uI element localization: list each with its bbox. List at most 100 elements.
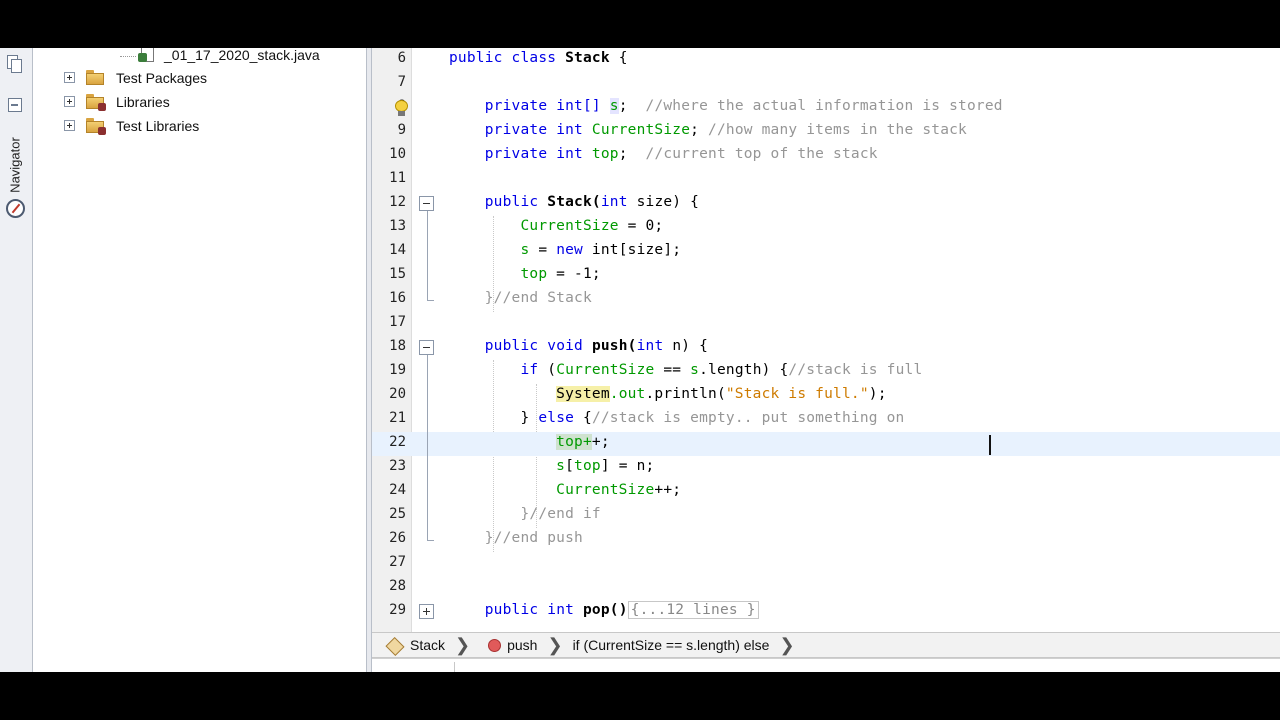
breadcrumb-class[interactable]: Stack bbox=[382, 632, 449, 658]
code-line[interactable]: 27 bbox=[372, 552, 1280, 576]
code-line[interactable]: 11 bbox=[372, 168, 1280, 192]
line-number: 26 bbox=[389, 530, 406, 546]
code-line[interactable]: 14 s = new int[size]; bbox=[372, 240, 1280, 264]
compass-icon[interactable] bbox=[6, 199, 25, 218]
code-line[interactable]: 6 public class Stack { bbox=[372, 48, 1280, 72]
selected-text: top+ bbox=[556, 434, 592, 450]
code-line[interactable]: 20 System.out.println("Stack is full."); bbox=[372, 384, 1280, 408]
method-icon bbox=[488, 638, 502, 652]
fold-guide bbox=[427, 211, 428, 300]
line-number: 23 bbox=[389, 458, 406, 474]
code-line[interactable]: 9 private int CurrentSize; //how many it… bbox=[372, 120, 1280, 144]
side-toolbar: Navigator bbox=[0, 48, 33, 672]
code-token: int[size]; bbox=[582, 242, 682, 258]
code-line[interactable]: 25 }//end if bbox=[372, 504, 1280, 528]
code-token: ] = n; bbox=[600, 458, 655, 474]
code-line[interactable]: 17 bbox=[372, 312, 1280, 336]
navigator-tab-label: Navigator bbox=[7, 137, 23, 193]
code-token: CurrentSize bbox=[556, 482, 655, 498]
line-number: 22 bbox=[389, 434, 406, 450]
breadcrumb-label: if (CurrentSize == s.length) else bbox=[572, 637, 770, 653]
code-token: top bbox=[520, 266, 548, 282]
line-number: 17 bbox=[389, 314, 406, 330]
code-token: n) { bbox=[663, 338, 709, 354]
code-comment: //how many items in the stack bbox=[699, 122, 967, 138]
code-line[interactable]: 13 CurrentSize = 0; bbox=[372, 216, 1280, 240]
code-line[interactable]: 21 } else {//stack is empty.. put someth… bbox=[372, 408, 1280, 432]
expand-icon[interactable] bbox=[419, 604, 434, 619]
tree-item-libraries[interactable]: Libraries bbox=[64, 91, 170, 113]
expand-icon[interactable] bbox=[64, 96, 75, 107]
line-number: 7 bbox=[397, 74, 406, 90]
code-token: = -1; bbox=[547, 266, 601, 282]
code-token: ; bbox=[618, 146, 628, 162]
code-token: public bbox=[449, 50, 503, 66]
code-token: CurrentSize bbox=[556, 362, 655, 378]
code-token: int[] bbox=[556, 98, 601, 114]
tree-item-stack-java[interactable]: _01_17_2020_stack.java bbox=[138, 48, 320, 66]
code-token: top bbox=[574, 458, 601, 474]
code-token: = 0; bbox=[618, 218, 664, 234]
code-token: s bbox=[690, 362, 700, 378]
code-line[interactable]: 29 public int pop() {...12 lines } bbox=[372, 600, 1280, 624]
code-token: == bbox=[654, 362, 691, 378]
fold-end-marker bbox=[427, 540, 434, 541]
breadcrumb-method[interactable]: push bbox=[484, 632, 541, 658]
code-line[interactable]: 12 public Stack(int size) { bbox=[372, 192, 1280, 216]
class-icon bbox=[386, 637, 404, 653]
code-token: CurrentSize bbox=[520, 218, 619, 234]
code-line[interactable]: 18 public void push(int n) { bbox=[372, 336, 1280, 360]
line-number: 16 bbox=[389, 290, 406, 306]
code-token: ++; bbox=[654, 482, 682, 498]
code-token: ; bbox=[690, 122, 700, 138]
tree-item-test-libraries[interactable]: Test Libraries bbox=[64, 115, 199, 137]
files-icon[interactable] bbox=[5, 54, 25, 74]
line-number: 29 bbox=[389, 602, 406, 618]
code-line[interactable]: 24 CurrentSize++; bbox=[372, 480, 1280, 504]
code-token: ( bbox=[538, 362, 557, 378]
expand-icon[interactable] bbox=[64, 72, 75, 83]
code-token: CurrentSize bbox=[591, 122, 691, 138]
collapse-icon[interactable] bbox=[419, 196, 434, 211]
code-comment: //end if bbox=[529, 506, 601, 522]
line-number: 14 bbox=[389, 242, 406, 258]
breadcrumb-if-else[interactable]: if (CurrentSize == s.length) else bbox=[569, 632, 774, 658]
line-number: 13 bbox=[389, 218, 406, 234]
expand-icon[interactable] bbox=[64, 120, 75, 131]
code-token: +; bbox=[591, 434, 610, 450]
code-line[interactable]: 28 bbox=[372, 576, 1280, 600]
code-line[interactable]: 10 private int top; //current top of the… bbox=[372, 144, 1280, 168]
navigator-tab[interactable]: Navigator bbox=[5, 132, 25, 198]
code-line-current[interactable]: 22 top++; bbox=[372, 432, 1280, 456]
lightbulb-hint-icon[interactable] bbox=[394, 100, 409, 117]
line-number: 20 bbox=[389, 386, 406, 402]
code-line[interactable]: 16 }//end Stack bbox=[372, 288, 1280, 312]
code-token: int bbox=[636, 338, 664, 354]
code-token: = bbox=[529, 242, 557, 258]
code-token: } bbox=[484, 290, 494, 306]
code-token: else bbox=[538, 410, 575, 426]
code-token: .length bbox=[699, 362, 762, 378]
project-tree: _01_17_2020_stack.java Test Packages Lib… bbox=[34, 48, 366, 672]
folder-icon bbox=[86, 70, 104, 85]
line-number: 10 bbox=[389, 146, 406, 162]
code-line[interactable]: 26 }//end push bbox=[372, 528, 1280, 552]
letterbox-bottom bbox=[0, 672, 1280, 720]
code-comment: //stack is full bbox=[788, 362, 923, 378]
code-token: } bbox=[484, 530, 494, 546]
code-line[interactable]: 23 s[top] = n; bbox=[372, 456, 1280, 480]
bottom-panel-edge bbox=[372, 658, 1280, 672]
code-editor[interactable]: 6 public class Stack { 7 8 private int[]… bbox=[372, 48, 1280, 632]
code-token: { bbox=[574, 410, 592, 426]
folded-code-block[interactable]: {...12 lines } bbox=[627, 601, 759, 619]
code-line[interactable]: 7 bbox=[372, 72, 1280, 96]
collapse-icon[interactable] bbox=[419, 340, 434, 355]
code-line[interactable]: 19 if (CurrentSize == s.length) {//stack… bbox=[372, 360, 1280, 384]
minimize-icon[interactable] bbox=[8, 98, 22, 112]
code-line[interactable]: 8 private int[] s; //where the actual in… bbox=[372, 96, 1280, 120]
java-file-icon bbox=[138, 48, 156, 63]
line-number: 21 bbox=[389, 410, 406, 426]
tree-item-label: Test Libraries bbox=[116, 118, 200, 134]
tree-item-test-packages[interactable]: Test Packages bbox=[64, 67, 207, 89]
code-line[interactable]: 15 top = -1; bbox=[372, 264, 1280, 288]
